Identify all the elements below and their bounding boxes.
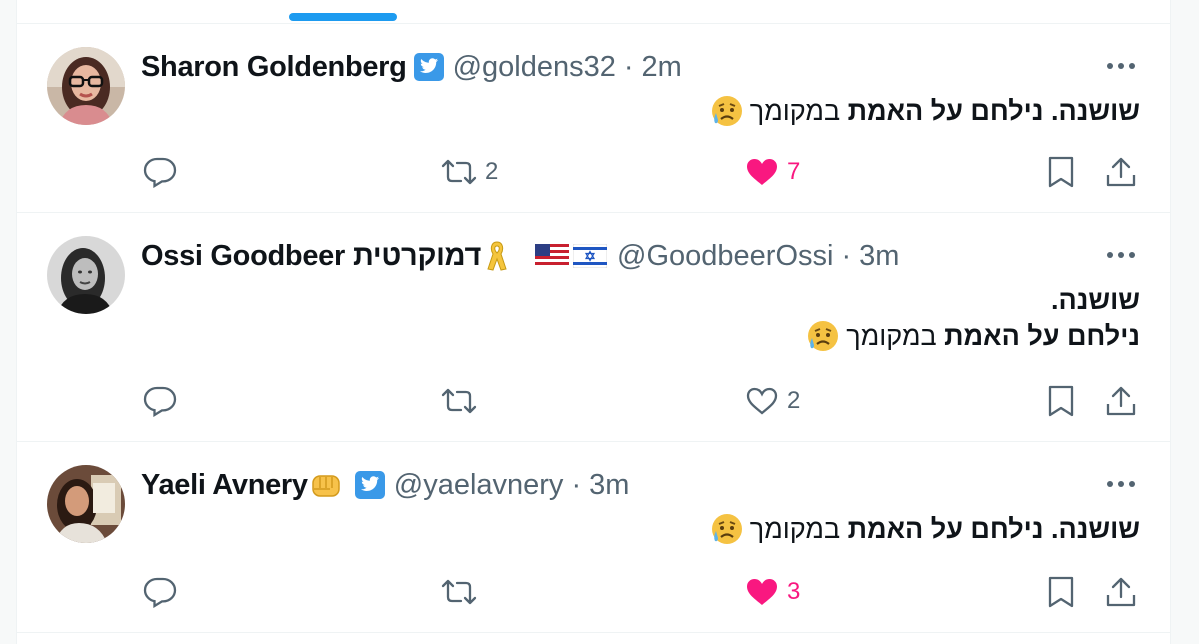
tweet-text-bold-2: נילחם על האמת: [847, 95, 1044, 126]
reply-icon: [143, 386, 177, 417]
separator-dot: ·: [841, 239, 852, 272]
bookmark-icon: [1048, 576, 1074, 608]
avatar[interactable]: [47, 47, 125, 125]
heart-filled-icon: [747, 579, 777, 605]
israel-flag-emoji: [573, 244, 608, 268]
like-button[interactable]: 2: [745, 381, 800, 421]
heart-filled-icon: [747, 159, 777, 185]
like-count: 2: [787, 387, 801, 414]
author-name[interactable]: Ossi Goodbeer: [141, 240, 345, 273]
more-options-icon[interactable]: [1104, 243, 1138, 267]
reply-button[interactable]: [143, 152, 177, 192]
reply-icon: [143, 157, 177, 188]
avatar[interactable]: [47, 465, 125, 543]
share-button[interactable]: [1105, 152, 1137, 192]
tweet-timestamp[interactable]: 3m: [859, 240, 899, 273]
tweet-text: שושנה. נילחם על האמת במקומך: [710, 512, 1140, 546]
tweet[interactable]: Yaeli Avnery @yaelavnery · 3m שושנה. ניל…: [17, 442, 1170, 633]
tweet[interactable]: Sharon Goldenberg @goldens32 · 2m שושנה.…: [17, 24, 1170, 213]
us-flag-emoji: [535, 244, 570, 268]
tweet-text-bold: שושנה.: [1050, 285, 1140, 315]
sad-relieved-face-emoji: [710, 512, 744, 546]
reply-icon: [143, 577, 177, 608]
like-button[interactable]: 7: [745, 152, 800, 192]
active-tab-indicator: [289, 13, 397, 21]
retweet-icon: [441, 388, 477, 414]
bookmark-button[interactable]: [1047, 381, 1075, 421]
timeline-feed: Sharon Goldenberg @goldens32 · 2m שושנה.…: [16, 0, 1171, 644]
retweet-count: 2: [485, 158, 499, 185]
separator-dot: ·: [571, 468, 582, 501]
tweet-text-light: במקומך: [846, 320, 937, 351]
sad-relieved-face-emoji: [710, 94, 744, 128]
tweet-text-bold: שושנה.: [1050, 513, 1140, 544]
tweet-text-light: במקומך: [749, 513, 841, 544]
tweet-text: שושנה. נילחם על האמת במקומך: [710, 94, 1140, 128]
retweet-button[interactable]: [441, 381, 477, 421]
like-button[interactable]: 3: [745, 572, 800, 612]
tweet-text-bold: שושנה.: [1050, 95, 1140, 126]
share-icon: [1106, 157, 1136, 187]
verified-badge-icon: [413, 51, 445, 83]
share-icon: [1106, 386, 1136, 416]
tweet-text-bold-2: נילחם על האמת: [847, 513, 1044, 544]
share-button[interactable]: [1105, 572, 1137, 612]
author-handle[interactable]: @yaelavnery: [394, 469, 564, 502]
timeline-tabs: [17, 0, 1170, 24]
sad-relieved-face-emoji: [806, 319, 840, 353]
tweet-text-line-1: שושנה.: [1051, 285, 1140, 316]
tweet-timestamp[interactable]: 2m: [642, 51, 682, 84]
retweet-button[interactable]: [441, 572, 477, 612]
tweet-text-line-2: נילחם על האמת במקומך: [806, 319, 1140, 353]
avatar[interactable]: [47, 236, 125, 314]
tweet-timestamp[interactable]: 3m: [589, 469, 629, 502]
separator-dot: ·: [623, 50, 634, 83]
share-icon: [1106, 577, 1136, 607]
more-options-icon[interactable]: [1104, 54, 1138, 78]
author-name-suffix[interactable]: דמוקרטית: [353, 240, 481, 273]
more-options-icon[interactable]: [1104, 472, 1138, 496]
bookmark-icon: [1048, 156, 1074, 188]
author-name[interactable]: Yaeli Avnery: [141, 469, 308, 502]
bookmark-button[interactable]: [1047, 572, 1075, 612]
retweet-icon: [441, 159, 477, 185]
retweet-button[interactable]: 2: [441, 152, 498, 192]
retweet-icon: [441, 579, 477, 605]
fist-emoji: [310, 470, 344, 500]
tweet-text-bold-2: נילחם על האמת: [944, 320, 1140, 351]
verified-badge-icon: [354, 469, 386, 501]
heart-outline-icon: [746, 387, 778, 415]
reply-button[interactable]: [143, 572, 177, 612]
like-count: 3: [787, 578, 801, 605]
tweet[interactable]: Ossi Goodbeer דמוקרטית @GoodbeerOssi · 3…: [17, 213, 1170, 442]
like-count: 7: [787, 158, 801, 185]
author-handle[interactable]: @GoodbeerOssi: [617, 240, 833, 273]
author-name[interactable]: Sharon Goldenberg: [141, 51, 407, 84]
bookmark-button[interactable]: [1047, 152, 1075, 192]
tweet-text-light: במקומך: [749, 95, 841, 126]
yellow-ribbon-emoji: [485, 239, 509, 273]
share-button[interactable]: [1105, 381, 1137, 421]
reply-button[interactable]: [143, 381, 177, 421]
author-handle[interactable]: @goldens32: [453, 51, 616, 84]
bookmark-icon: [1048, 385, 1074, 417]
